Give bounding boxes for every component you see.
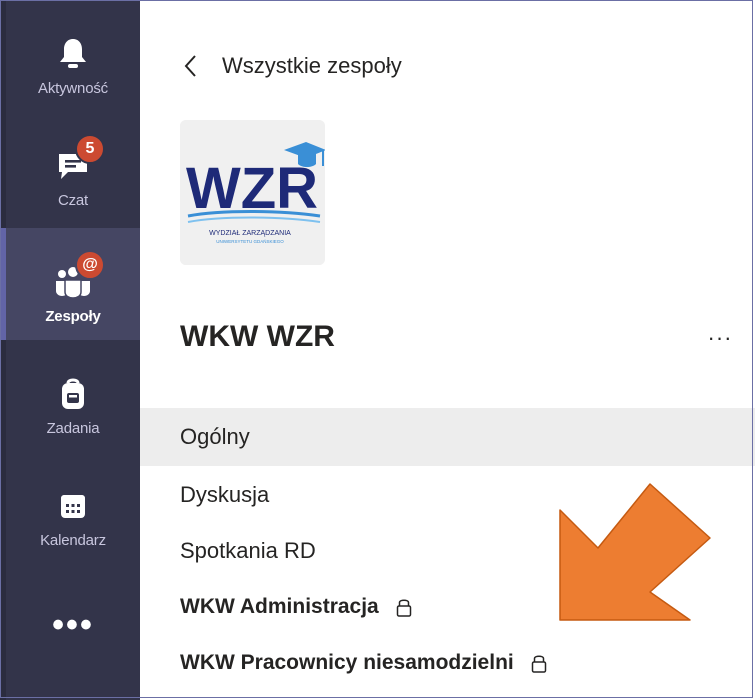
channel-label: WKW Administracja	[180, 595, 379, 618]
logo-subtitle-2: UNIWERSYTETU GDAŃSKIEGO	[216, 238, 284, 244]
rail-item-label: Zespoły	[45, 308, 101, 325]
channel-label: WKW Pracownicy niesamodzielni	[180, 651, 514, 674]
channel-label: Spotkania RD	[180, 538, 316, 563]
rail-item-chat[interactable]: 5 Czat	[6, 112, 140, 224]
team-name: WKW WZR	[180, 320, 335, 353]
annotation-arrow-icon	[559, 483, 711, 621]
rail-item-label: Kalendarz	[40, 532, 106, 549]
lock-icon	[531, 655, 546, 673]
chat-icon: 5	[51, 134, 105, 188]
mention-badge: @	[75, 250, 105, 280]
bell-icon	[51, 32, 95, 76]
team-more-options-button[interactable]: ···	[700, 318, 740, 358]
rail-item-calendar[interactable]: Kalendarz	[6, 452, 140, 564]
rail-item-label: Zadania	[46, 420, 100, 437]
lock-icon	[396, 599, 411, 617]
channel-label: Ogólny	[180, 424, 250, 449]
rail-item-teams[interactable]: @ Zespoły	[0, 228, 140, 340]
channel-item-junior-staff[interactable]: WKW Pracownicy niesamodzielni	[140, 634, 755, 692]
back-label: Wszystkie zespoły	[222, 53, 402, 78]
app-rail: Aktywność 5 Czat @ Zespoły Zadania Kalen…	[0, 0, 140, 700]
logo-subtitle: WYDZIAŁ ZARZĄDZANIA	[209, 230, 291, 237]
back-to-all-teams[interactable]: Wszystkie zespoły	[180, 46, 402, 86]
more-apps-button[interactable]: •••	[6, 600, 140, 650]
channel-label: Dyskusja	[180, 482, 270, 507]
backpack-icon	[51, 372, 95, 416]
channel-item-general[interactable]: Ogólny	[140, 408, 755, 466]
rail-item-activity[interactable]: Aktywność	[6, 0, 140, 112]
rail-item-assignments[interactable]: Zadania	[6, 340, 140, 452]
team-logo: WZR WYDZIAŁ ZARZĄDZANIA UNIWERSYTETU GDA…	[180, 120, 325, 265]
calendar-icon	[51, 484, 95, 528]
unread-badge: 5	[75, 134, 105, 164]
rail-item-label: Czat	[57, 192, 89, 209]
active-indicator	[0, 228, 6, 340]
teams-icon: @	[51, 250, 105, 304]
rail-item-label: Aktywność	[38, 80, 108, 97]
chevron-left-icon	[184, 55, 196, 77]
